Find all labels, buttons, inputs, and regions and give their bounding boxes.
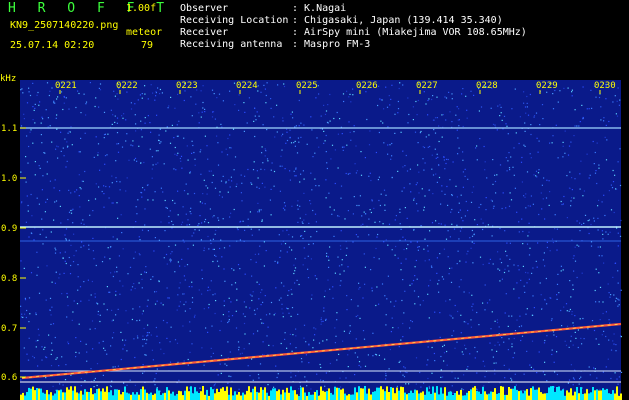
y-tick-label: 0.6 [1,373,18,383]
spectrogram-overlay [20,82,623,400]
x-tick-label: 0225 [296,81,318,91]
x-tick-label: 0224 [236,81,258,91]
x-tick-label: 0229 [536,81,558,91]
x-tick-label: 0221 [55,81,77,91]
y-tick-label: 0.8 [1,274,18,284]
bottom-band [20,386,622,400]
x-tick-label: 0222 [116,81,138,91]
y-tick-label: 1.0 [1,174,18,184]
x-tick-label: 0226 [356,81,378,91]
x-tick-label: 0230 [594,81,616,91]
x-tick-label: 0223 [176,81,198,91]
y-tick-label: 0.7 [1,324,18,334]
y-tick-label: 1.1 [1,124,18,134]
y-tick-label: 0.9 [1,224,18,234]
x-tick-label: 0227 [416,81,438,91]
x-tick-label: 0228 [476,81,498,91]
